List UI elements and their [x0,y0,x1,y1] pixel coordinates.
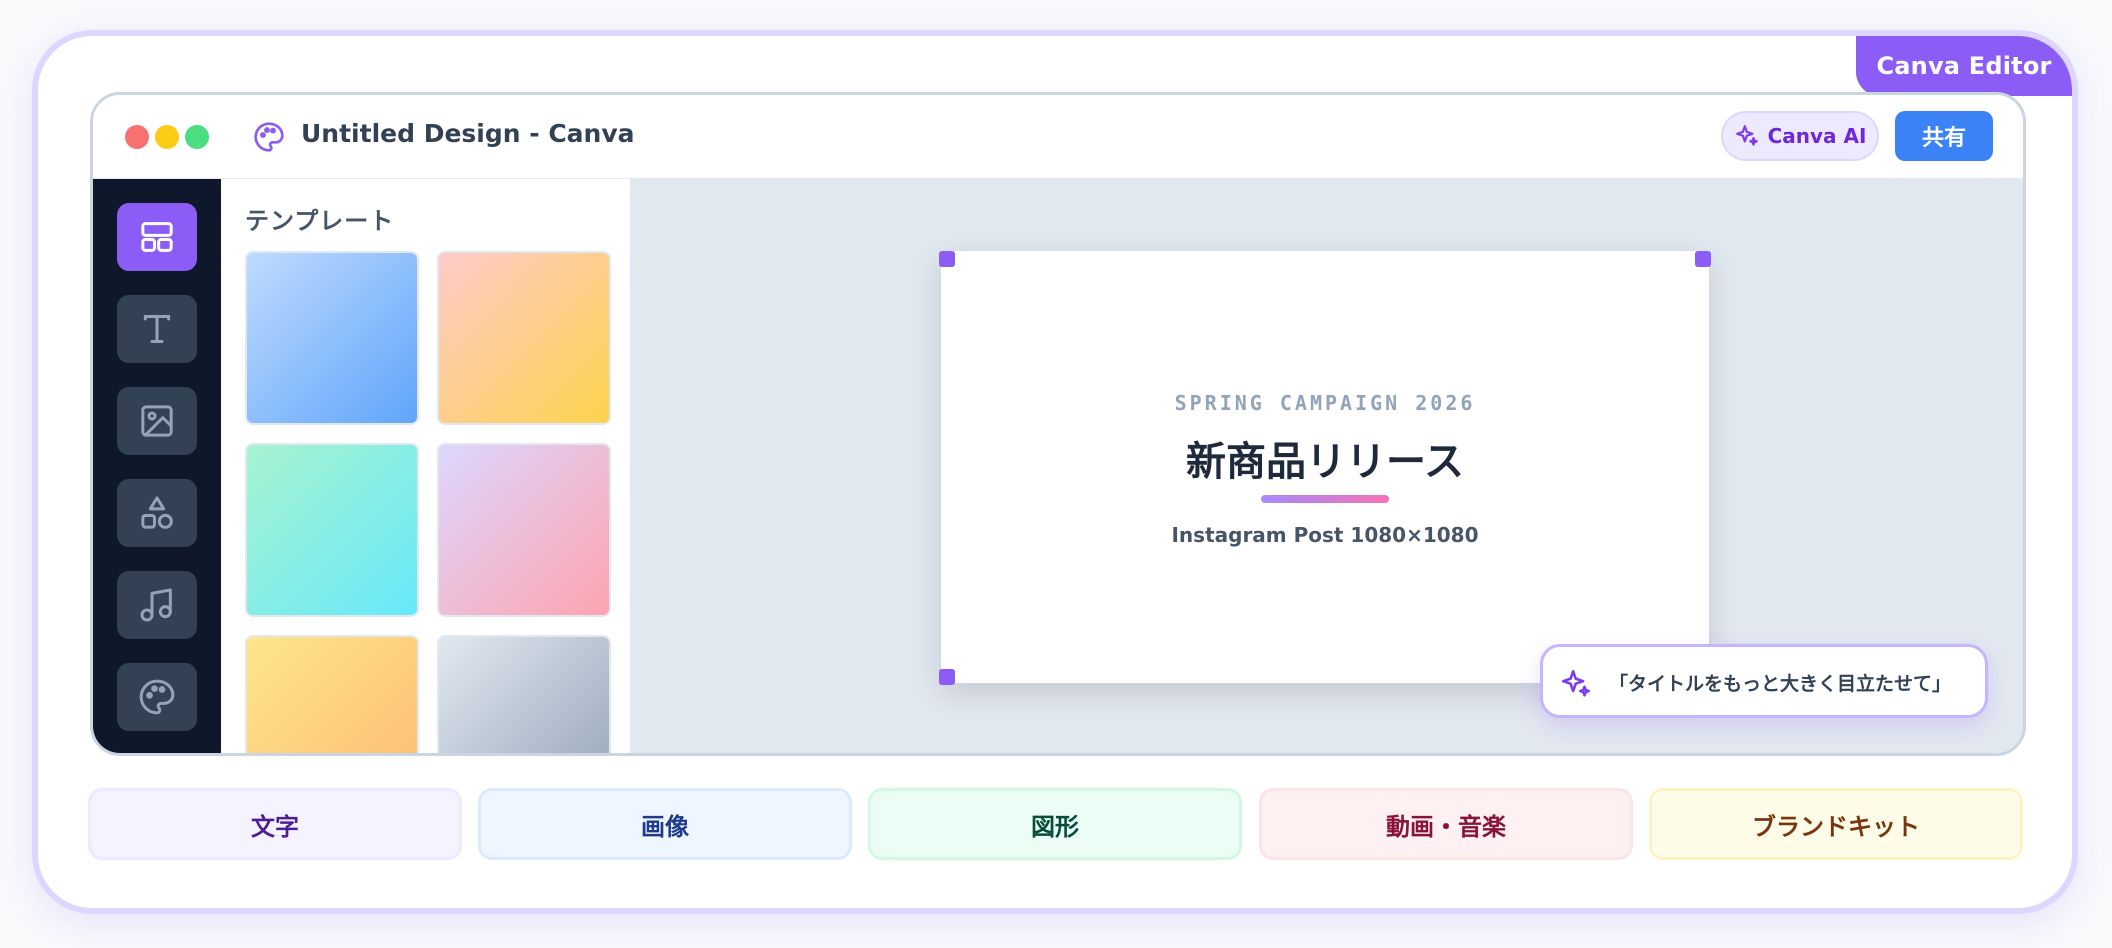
canva-editor-badge: Canva Editor [1856,36,2072,96]
title-bar: Untitled Design - Canva Canva AI 共有 [93,95,2023,179]
image-icon [141,405,173,437]
ai-prompt-text: 「タイトルをもっと大きく目立たせて」 [1609,673,1952,695]
sidebar-item-images[interactable] [117,387,197,455]
maximize-window-button[interactable] [185,125,209,149]
sidebar-item-text[interactable] [117,295,197,363]
artboard-headline[interactable]: 新商品リリース [941,429,1709,487]
category-shapes[interactable]: 図形 [868,788,1242,860]
tool-sidebar [93,179,221,753]
palette-icon [139,679,175,715]
layout-icon [141,222,173,252]
share-button[interactable]: 共有 [1895,111,1993,161]
canva-ai-button[interactable]: Canva AI [1721,111,1879,161]
category-brand-kit[interactable]: ブランドキット [1649,788,2023,860]
resize-handle-top-left[interactable] [939,251,955,267]
artboard-eyebrow[interactable]: SPRING CAMPAIGN 2026 [941,391,1709,415]
template-panel: テンプレート [221,179,631,753]
category-video-audio[interactable]: 動画・音楽 [1259,788,1633,860]
template-thumbnail[interactable] [245,635,419,753]
resize-handle-top-right[interactable] [1695,251,1711,267]
artboard[interactable]: SPRING CAMPAIGN 2026 新商品リリース Instagram P… [939,251,1711,685]
document-title: Untitled Design - Canva [301,119,635,148]
sidebar-item-shapes[interactable] [117,479,197,547]
sparkle-icon [1735,125,1758,146]
sidebar-item-templates[interactable] [117,203,197,271]
close-window-button[interactable] [125,125,149,149]
ai-prompt-bubble[interactable]: 「タイトルをもっと大きく目立たせて」 [1540,644,1988,718]
resize-handle-bottom-left[interactable] [939,669,955,685]
panel-title: テンプレート [245,207,395,235]
palette-icon [254,122,284,152]
sidebar-item-audio[interactable] [117,571,197,639]
minimize-window-button[interactable] [155,125,179,149]
category-text[interactable]: 文字 [88,788,462,860]
template-thumbnail[interactable] [437,251,611,425]
sparkle-icon [1561,669,1591,697]
template-thumbnail[interactable] [437,443,611,617]
template-thumbnail[interactable] [437,635,611,753]
canva-ai-label: Canva AI [1767,124,1867,148]
template-thumbnail[interactable] [245,443,419,617]
shapes-icon [141,496,173,529]
artboard-subline[interactable]: Instagram Post 1080×1080 [941,523,1709,547]
music-icon [140,588,172,622]
template-thumbnail[interactable] [245,251,419,425]
category-images[interactable]: 画像 [478,788,852,860]
sidebar-item-brand[interactable] [117,663,197,731]
text-icon [143,315,171,343]
artboard-accent-bar[interactable] [1261,495,1389,503]
